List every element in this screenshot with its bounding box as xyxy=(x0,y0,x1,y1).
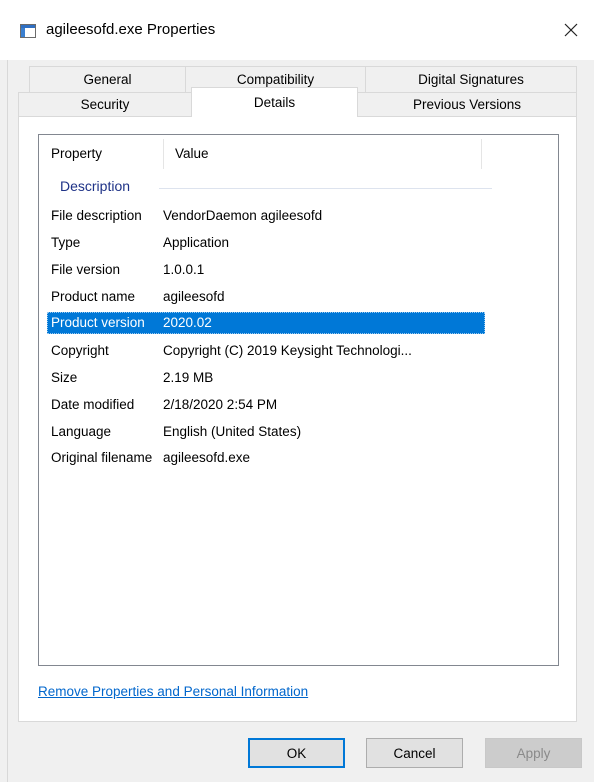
cancel-button-label: Cancel xyxy=(393,745,436,761)
property-name: Size xyxy=(51,370,78,385)
tab-security[interactable]: Security xyxy=(18,92,192,117)
table-row[interactable]: Language English (United States) xyxy=(39,421,485,443)
property-name: Language xyxy=(51,424,112,439)
property-value: VendorDaemon agileesofd xyxy=(163,208,323,223)
properties-dialog: agileesofd.exe Properties General Compat… xyxy=(0,0,594,782)
property-value: agileesofd xyxy=(163,289,225,304)
column-divider[interactable] xyxy=(481,139,482,169)
property-name: File version xyxy=(51,262,121,277)
column-header-bar: Property Value xyxy=(39,135,558,172)
table-row[interactable]: Type Application xyxy=(39,232,485,254)
column-header-value[interactable]: Value xyxy=(175,135,209,172)
apply-button-label: Apply xyxy=(516,745,551,761)
close-button[interactable] xyxy=(548,10,594,50)
group-header-line xyxy=(159,188,492,189)
property-value: 1.0.0.1 xyxy=(163,262,205,277)
property-name: Original filename xyxy=(51,450,153,465)
property-name: Product version xyxy=(51,315,145,330)
property-name: Copyright xyxy=(51,343,109,358)
table-row[interactable]: Copyright Copyright (C) 2019 Keysight Te… xyxy=(39,340,485,362)
table-row[interactable]: Product name agileesofd xyxy=(39,286,485,308)
tab-label: General xyxy=(83,72,132,87)
exe-window-icon xyxy=(20,24,36,38)
column-header-label: Property xyxy=(51,146,103,161)
column-header-label: Value xyxy=(175,146,209,161)
tab-previous-versions[interactable]: Previous Versions xyxy=(357,92,577,117)
property-name: Type xyxy=(51,235,81,250)
tab-label: Previous Versions xyxy=(412,97,522,112)
tab-label: Compatibility xyxy=(236,72,315,87)
ok-button-label: OK xyxy=(286,745,307,761)
tab-general[interactable]: General xyxy=(29,66,186,93)
ok-button[interactable]: OK xyxy=(248,738,345,768)
tab-label: Details xyxy=(253,95,296,110)
window-border xyxy=(7,60,8,782)
apply-button[interactable]: Apply xyxy=(485,738,582,768)
group-header-label: Description xyxy=(60,178,131,194)
group-header-description[interactable]: Description xyxy=(39,177,558,197)
column-header-property[interactable]: Property xyxy=(51,135,102,172)
table-row[interactable]: File description VendorDaemon agileesofd xyxy=(39,205,485,227)
property-value: 2020.02 xyxy=(163,315,212,330)
cancel-button[interactable]: Cancel xyxy=(366,738,463,768)
tab-label: Security xyxy=(80,97,130,112)
property-value: English (United States) xyxy=(163,424,302,439)
table-row[interactable]: Size 2.19 MB xyxy=(39,367,485,389)
close-icon xyxy=(564,23,578,37)
tab-details[interactable]: Details xyxy=(191,87,358,117)
property-value: 2/18/2020 2:54 PM xyxy=(163,397,278,412)
tab-digital-signatures[interactable]: Digital Signatures xyxy=(365,66,577,93)
table-row-selected[interactable]: Product version 2020.02 xyxy=(47,312,485,334)
table-row[interactable]: Date modified 2/18/2020 2:54 PM xyxy=(39,394,485,416)
remove-properties-link[interactable]: Remove Properties and Personal Informati… xyxy=(38,684,308,699)
property-value: agileesofd.exe xyxy=(163,450,251,465)
details-list[interactable]: Property Value Description File descript… xyxy=(38,134,559,666)
tab-label: Digital Signatures xyxy=(418,72,524,87)
column-divider[interactable] xyxy=(163,139,164,169)
table-row[interactable]: File version 1.0.0.1 xyxy=(39,259,485,281)
property-value: 2.19 MB xyxy=(163,370,214,385)
property-value: Copyright (C) 2019 Keysight Technologi..… xyxy=(163,343,412,358)
property-name: Date modified xyxy=(51,397,135,412)
table-row[interactable]: Original filename agileesofd.exe xyxy=(39,447,485,469)
property-value: Application xyxy=(163,235,230,250)
property-name: Product name xyxy=(51,289,136,304)
title-bar: agileesofd.exe Properties xyxy=(0,0,594,60)
window-title: agileesofd.exe Properties xyxy=(46,21,216,38)
property-name: File description xyxy=(51,208,142,223)
